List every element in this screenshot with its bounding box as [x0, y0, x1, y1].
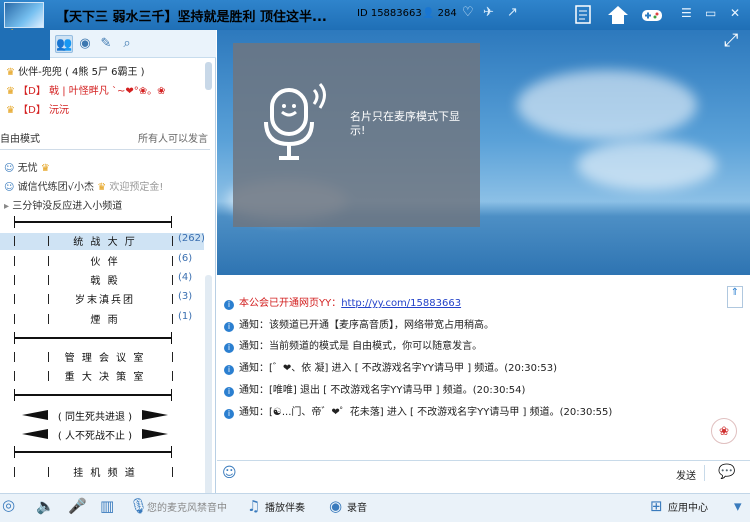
speaker-icon[interactable]: 🔈	[36, 497, 55, 515]
info-icon: i	[224, 300, 234, 310]
chat-message: i 通知：[゛❤、依 凝] 进入 [ 不改游戏名字YY请马甲 ] 频道。(20:3…	[224, 359, 557, 375]
menu-icon[interactable]: ☰	[681, 6, 692, 20]
plane-icon[interactable]: ✈	[483, 5, 494, 20]
slogan-row[interactable]: ( 同生死共进退 )	[22, 409, 168, 423]
crown-icon: ♛	[97, 182, 107, 193]
mic-status: 您的麦克风禁音中	[147, 503, 227, 514]
channel-row[interactable]: 戟 殿 (4)	[0, 272, 204, 289]
online-count: 👤 284	[422, 8, 457, 19]
admin-row[interactable]: ♛ 【D】 戟 | 叶怪畔凡 `~❤°❀。❀	[6, 82, 165, 97]
gamepad-icon[interactable]	[640, 3, 664, 27]
info-icon: i	[224, 365, 234, 375]
divider	[0, 149, 210, 150]
document-icon[interactable]	[571, 3, 595, 27]
card-notice: 名片只在麦序模式下显示!	[350, 110, 460, 137]
equalizer-icon[interactable]: ▥	[100, 497, 114, 515]
room-row[interactable]: 管 理 会 议 室	[0, 349, 204, 366]
message-input-bar[interactable]	[217, 460, 750, 488]
admin-crown-icon: ♛	[6, 67, 15, 78]
left-tabs: 👥 ◉ ✎ ⌕	[50, 30, 216, 58]
divider	[704, 465, 705, 481]
admin-row[interactable]: ♛ 伙伴-兜兜 ( 4熊 5尸 6霸王 )	[6, 63, 145, 78]
heart-icon[interactable]: ♡	[462, 5, 474, 20]
mic-queue-item[interactable]: ☺ 无忧 ♛	[4, 159, 50, 174]
info-icon: i	[224, 387, 234, 397]
home-icon[interactable]	[606, 3, 630, 27]
notice-row[interactable]: ▸ 三分钟没反应进入小频道	[4, 197, 122, 212]
info-icon: i	[224, 409, 234, 419]
mic-muted-icon[interactable]: 🎙	[129, 497, 148, 515]
chat-message: i 通知：该频道已开通【麦序高音质】，网络带宽占用稍高。	[224, 316, 494, 332]
chat-bubble-icon[interactable]: 💬	[718, 464, 735, 480]
pen-icon[interactable]: ✎	[97, 35, 115, 53]
location-icon[interactable]: ◉	[76, 35, 94, 53]
music-icon[interactable]: ♫	[247, 497, 260, 515]
channel-row[interactable]: 岁末滇兵团 (3)	[0, 291, 204, 308]
search-icon[interactable]: ⌕	[118, 35, 136, 53]
admin-row[interactable]: ♛ 【D】 沅沅	[6, 101, 69, 116]
scroll-up-button[interactable]: ⇑	[727, 286, 743, 308]
people-icon[interactable]: 👥	[55, 35, 73, 53]
channel-row-selected[interactable]: 统 战 大 厅 (262)	[0, 233, 205, 250]
channel-row[interactable]: 煙 雨 (1)	[0, 311, 204, 328]
flower-icon[interactable]: ❀	[711, 418, 737, 444]
channel-avatar[interactable]	[4, 2, 44, 28]
channel-row[interactable]: 伙 伴 (6)	[0, 253, 204, 270]
idle-room-row[interactable]: 挂 机 频 道	[0, 464, 204, 481]
microphone-icon	[264, 82, 326, 160]
slogan-row[interactable]: ( 人不死战不止 )	[22, 428, 168, 442]
room-row[interactable]: 重 大 决 策 室	[0, 368, 204, 385]
share-icon[interactable]: ↗	[507, 5, 518, 20]
channel-scrollbar[interactable]	[205, 275, 212, 495]
app-center-button[interactable]: 应用中心	[668, 499, 708, 514]
more-icon[interactable]: ▾	[734, 497, 742, 515]
mic-setting-icon[interactable]: 🎤	[68, 497, 87, 515]
user-icon: ☺	[4, 182, 15, 193]
close-icon[interactable]: ✕	[730, 6, 740, 20]
left-header-strip	[0, 30, 50, 60]
send-button[interactable]: 发送	[676, 467, 696, 482]
admin-crown-icon: ♛	[6, 105, 15, 116]
info-icon: i	[224, 343, 234, 353]
info-icon: i	[224, 322, 234, 332]
minimize-icon[interactable]: ▭	[705, 6, 716, 20]
collapse-icon[interactable]: ⤢	[724, 30, 750, 56]
chat-message: i 通知：[☯...门、帝゛❤゜花未落] 进入 [ 不改游戏名字YY请马甲 ] 频…	[224, 403, 742, 419]
person-icon: 👤	[422, 8, 435, 19]
admin-scrollbar[interactable]	[205, 62, 212, 90]
separator-line	[14, 389, 172, 401]
chat-message: i 通知：当前频道的模式是 自由模式，你可以随意发言。	[224, 337, 482, 353]
mode-row: 自由模式 所有人可以发言	[0, 130, 210, 146]
channel-title: 【天下三 弱水三千】坚持就是胜利 顶住这半...	[56, 10, 327, 25]
channel-id: ID 15883663	[357, 8, 422, 19]
mode-hint: 所有人可以发言	[138, 134, 208, 145]
crown-icon: ♛	[40, 163, 50, 174]
expand-icon: ▸	[4, 201, 10, 212]
apps-grid-icon[interactable]: ⊞	[650, 497, 663, 515]
play-music-button[interactable]: 播放伴奏	[265, 499, 305, 514]
user-icon: ☺	[4, 163, 15, 174]
admin-crown-icon: ♛	[6, 86, 15, 97]
record-icon[interactable]: ◉	[329, 497, 342, 515]
mode-label: 自由模式	[0, 134, 40, 145]
chat-message: i 本公会已开通网页YY：http://yy.com/15883663	[224, 294, 461, 310]
separator-line	[14, 216, 172, 228]
separator-line	[14, 332, 172, 344]
mic-queue-item[interactable]: ☺ 诚信代练团√小杰 ♛ 欢迎预定金!	[4, 178, 163, 193]
user-avatar-icon[interactable]: ◎	[2, 496, 15, 514]
chat-message: i 通知：[唯唯] 退出 [ 不改游戏名字YY请马甲 ] 频道。(20:30:54…	[224, 381, 525, 397]
emoji-icon[interactable]: ☺	[222, 465, 237, 481]
separator-line	[14, 446, 172, 458]
web-yy-link[interactable]: http://yy.com/15883663	[341, 298, 461, 309]
record-button[interactable]: 录音	[347, 499, 367, 514]
